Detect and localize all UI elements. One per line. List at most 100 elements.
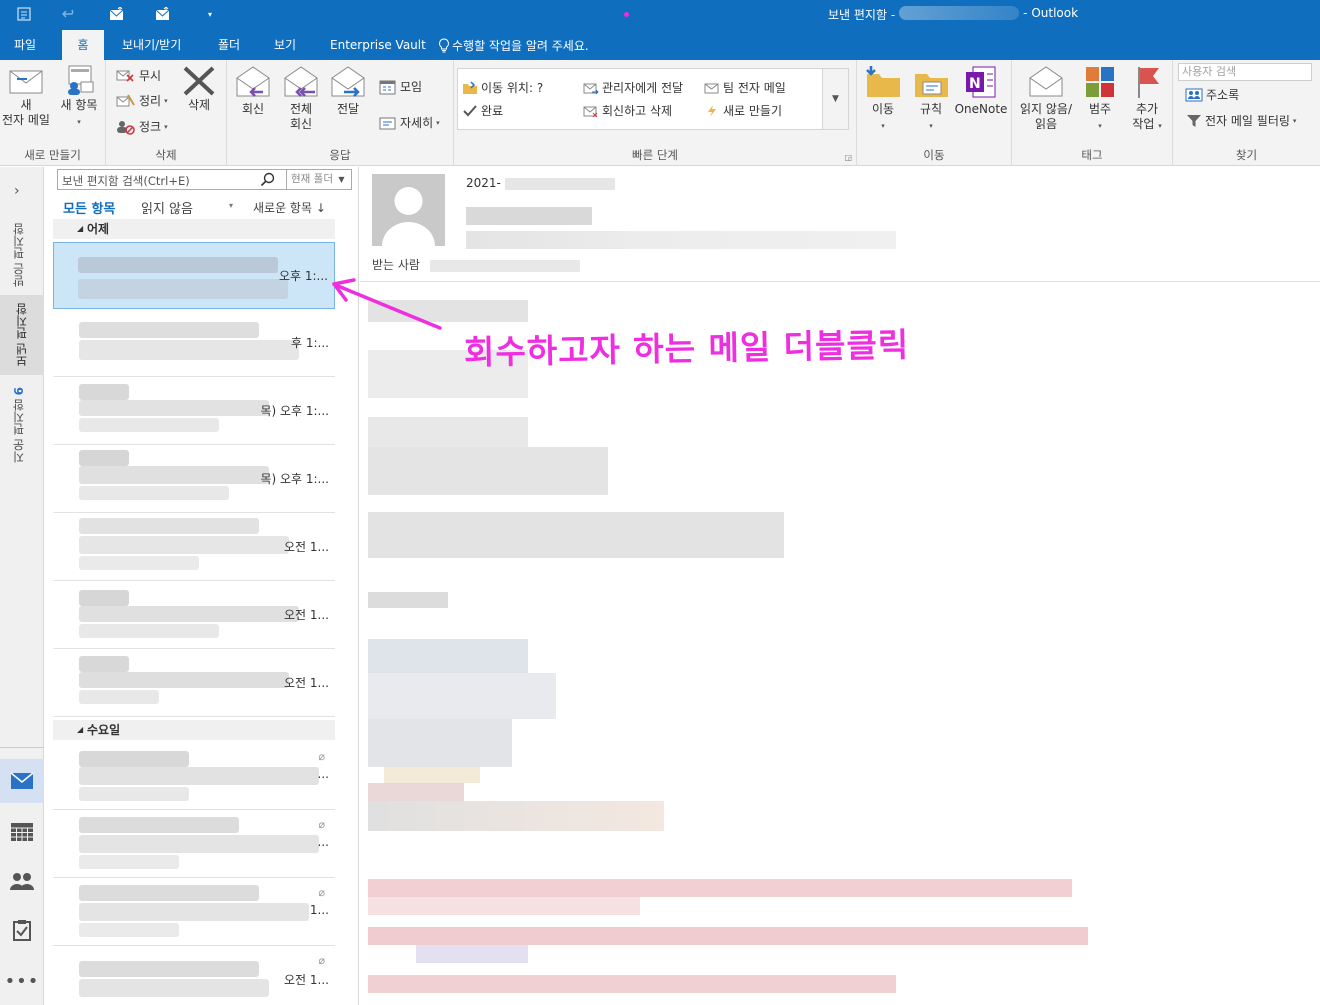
list-item[interactable]: 목) 오후 1:... [53,446,335,513]
list-item[interactable]: ⌀ 1... [53,879,335,946]
folder-deleted[interactable]: 지운 편지함 6 [10,387,27,463]
undo-icon[interactable] [59,5,81,23]
redacted-body-line [368,592,448,608]
chevron-down-icon[interactable]: ▾ [229,201,233,210]
send-receive-icon[interactable] [106,5,128,23]
folder-sent[interactable]: 보낸 편지함 [0,295,44,375]
quick-steps-more-button[interactable]: ▼ [823,68,849,130]
onenote-button[interactable]: N OneNote [953,64,1009,117]
search-people-input[interactable]: 사용자 검색 [1178,63,1312,81]
quick-step-to-manager[interactable]: 관리자에게 전달 [583,79,683,96]
send-all-icon[interactable] [152,5,174,23]
mail-time: 목) 오후 1:... [260,404,329,418]
quick-step-move-to[interactable]: 이동 위치: ? [462,79,543,96]
tab-home[interactable]: 홈 [62,30,104,60]
person-placeholder-icon [382,187,435,246]
filter-email-button[interactable]: 전자 메일 필터링 ▾ [1186,112,1296,129]
junk-button[interactable]: 정크 ▾ [116,118,168,135]
mail-time: 오전 1... [284,540,329,554]
group-new-label: 새로 만들기 [24,148,81,162]
forward-button[interactable]: 전달 [327,64,369,117]
sync-icon[interactable] [13,5,35,23]
search-icon[interactable] [260,172,275,190]
address-book-button[interactable]: 주소록 [1185,86,1239,103]
meeting-button[interactable]: 모임 [379,78,422,95]
group-header-wednesday[interactable]: ◢ 수요일 [53,720,335,740]
redacted-preview [79,855,179,869]
move-button[interactable]: 이동 ▾ [861,64,905,134]
group-header-yesterday[interactable]: ◢ 어제 [53,219,335,239]
chevron-down-icon: ▾ [1292,116,1297,125]
ignore-button[interactable]: 무시 [116,67,161,84]
junk-label: 정크 [139,120,162,134]
attachment-icon: ⌀ [318,750,325,763]
new-email-label-2: 전자 메일 [2,113,50,127]
folder-inbox[interactable]: 받은 편지함 [10,223,27,287]
tab-enterprise-vault[interactable]: Enterprise Vault [322,30,434,60]
delete-button[interactable]: 삭제 [176,64,222,113]
quick-step-done[interactable]: 완료 [462,102,503,119]
chevron-down-icon: ▾ [1158,122,1162,130]
list-item[interactable]: 오전 1... [53,650,335,717]
nav-tasks[interactable] [0,908,44,952]
list-item[interactable]: 오전 1... [53,514,335,581]
search-scope-dropdown[interactable]: 현재 폴더 ▼ [286,170,352,189]
categorize-button[interactable]: 범주 ▾ [1080,64,1120,134]
redacted-subject-line [466,231,896,249]
redacted-sender [79,518,259,534]
nav-people[interactable] [0,859,44,903]
redacted-sender [79,656,129,672]
quick-step-team-email[interactable]: 팀 전자 메일 [704,79,786,96]
reply-all-label-2: 회신 [289,117,313,131]
list-item[interactable]: ⌀ ... [53,743,335,810]
filter-all-button[interactable]: 모든 항목 [63,198,115,217]
message-date: 2021- [466,176,615,190]
rules-button[interactable]: 규칙 ▾ [909,64,953,134]
group-quick-steps-label: 빠른 단계 [632,148,678,162]
tab-folder[interactable]: 폴더 [210,30,248,60]
more-respond-button[interactable]: 자세히 ▾ [379,114,440,131]
follow-up-button[interactable]: 추가 작업 ▾ [1124,64,1170,134]
group-tags-label: 태그 [1081,148,1103,162]
list-item[interactable]: 후 1:... [53,310,335,377]
list-item[interactable]: ⌀ ... [53,811,335,878]
nav-mail[interactable] [0,759,44,803]
dialog-launcher-icon[interactable]: ◲ [844,153,852,162]
folder-nav-collapsed: › 받은 편지함 보낸 편지함 지운 편지함 6 ••• [0,167,44,1005]
list-item[interactable]: 오전 1... [53,582,335,649]
redacted-sender [79,384,129,400]
group-new: 새 전자 메일 새 항목 ▾ 새로 만들기 [0,60,106,166]
customize-qat-icon[interactable]: ▾ [199,5,221,23]
expand-folder-pane-icon[interactable]: › [14,183,20,199]
more-apps-icon[interactable]: ••• [0,959,44,1003]
delete-label: 삭제 [187,98,211,112]
address-book-label: 주소록 [1206,88,1240,102]
reply-icon [236,66,270,97]
delete-x-icon [183,66,215,96]
unread-read-button[interactable]: 읽지 않음/ 읽음 [1014,64,1078,132]
quick-step-reply-delete[interactable]: 회신하고 삭제 [583,102,672,119]
sort-button[interactable]: 새로운 항목 ↓ [253,199,326,216]
list-item[interactable]: 목) 오후 1:... [53,378,335,445]
chevron-down-icon: ▼ [832,94,839,104]
reply-all-button[interactable]: 전체 회신 [279,64,323,132]
redacted-body-line [368,719,512,767]
tell-me-box[interactable]: 수행할 작업을 알려 주세요. [438,37,589,54]
quick-step-create-new[interactable]: 새로 만들기 [704,102,782,119]
mail-time: 오전 1... [284,608,329,622]
new-email-button[interactable]: 새 전자 메일 [0,64,52,128]
window-title-app: - Outlook [1023,6,1079,20]
new-items-button[interactable]: 새 항목 ▾ [54,64,104,130]
redacted-subject [79,835,319,853]
redacted-body-line [368,447,608,495]
tab-view[interactable]: 보기 [266,30,304,60]
tab-file[interactable]: 파일 [6,30,44,60]
list-item[interactable]: 오후 1:... [53,242,335,309]
search-input[interactable]: 보낸 편지함 검색(Ctrl+E) 현재 폴더 ▼ [57,169,352,190]
clean-up-button[interactable]: 정리 ▾ [116,92,168,109]
filter-unread-button[interactable]: 읽지 않음 [141,198,193,217]
tab-send-receive[interactable]: 보내기/받기 [114,30,189,60]
list-item[interactable]: ⌀ 오전 1... [53,947,335,1005]
reply-button[interactable]: 회신 [233,64,273,117]
nav-calendar[interactable] [0,810,44,854]
